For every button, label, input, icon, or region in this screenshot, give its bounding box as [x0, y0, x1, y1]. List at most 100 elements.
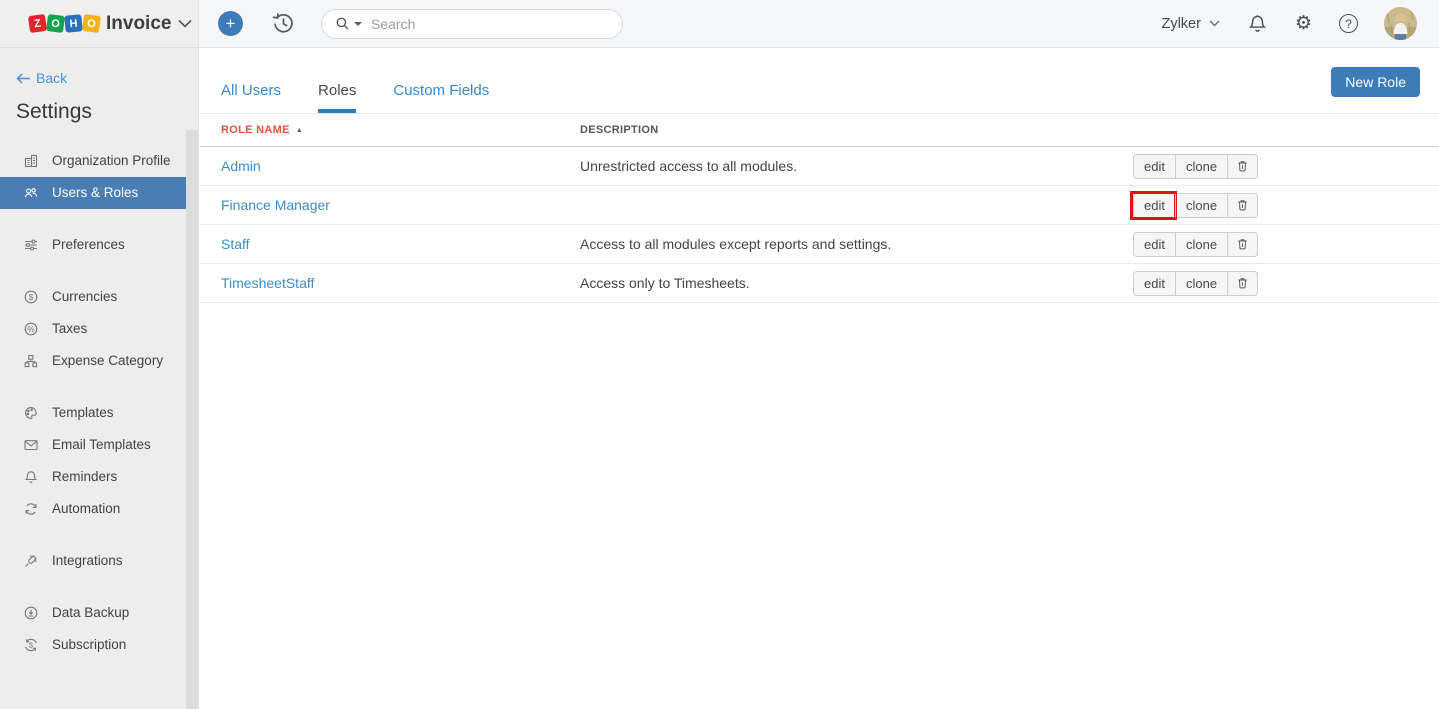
role-name-link[interactable]: Finance Manager — [221, 197, 330, 213]
role-name-header[interactable]: ROLE NAME ▲ — [200, 124, 580, 136]
trash-icon — [1236, 198, 1249, 212]
role-description-cell: Access to all modules except reports and… — [580, 236, 1133, 252]
tab-all-users[interactable]: All Users — [221, 82, 281, 113]
zoho-logo[interactable]: ZOHO — [29, 15, 100, 32]
org-chevron-down-icon[interactable] — [178, 19, 192, 28]
sidebar-item-label: Email Templates — [52, 437, 151, 452]
role-actions-group: editclone — [1133, 271, 1258, 296]
delete-button[interactable] — [1227, 233, 1257, 256]
sidebar-item-label: Preferences — [52, 237, 125, 252]
sort-asc-icon: ▲ — [296, 127, 303, 134]
search-scope-caret-icon[interactable] — [354, 22, 362, 26]
sidebar-item-label: Data Backup — [52, 605, 129, 620]
annotation-highlight-box — [1130, 191, 1177, 220]
role-description-text: Unrestricted access to all modules. — [580, 158, 797, 174]
settings-gear-icon[interactable]: ⚙ — [1295, 14, 1312, 33]
notifications-bell-icon[interactable] — [1247, 13, 1268, 34]
hierarchy-icon — [23, 353, 39, 369]
sidebar-group: Integrations — [0, 545, 198, 577]
sidebar-item-email-templates[interactable]: Email Templates — [0, 429, 187, 461]
tabs-bar: All Users Roles Custom Fields New Role — [200, 48, 1439, 114]
role-description-cell: Access only to Timesheets. — [580, 275, 1133, 291]
search-bar[interactable] — [321, 9, 623, 39]
topbar: ZOHO Invoice + — [0, 0, 1439, 48]
sidebar-item-automation[interactable]: Automation — [0, 493, 187, 525]
sidebar-group: Templates Email Templates RemindersAutomat… — [0, 397, 198, 525]
trash-icon — [1236, 237, 1249, 251]
edit-button[interactable]: edit — [1134, 194, 1175, 217]
sidebar-item-organization-profile[interactable]: Organization Profile — [0, 145, 187, 177]
settings-nav: Organization ProfileUsers & Roles Prefere… — [0, 145, 198, 661]
sidebar-item-data-backup[interactable]: Data Backup — [0, 597, 187, 629]
download-circle-icon — [23, 605, 39, 621]
sidebar-item-users-roles[interactable]: Users & Roles — [0, 177, 187, 209]
svg-text:%: % — [27, 325, 34, 334]
tab-custom-fields[interactable]: Custom Fields — [393, 82, 489, 113]
recent-history-icon[interactable] — [271, 11, 296, 36]
table-row-finance-manager: Finance Manager editclone — [200, 186, 1439, 225]
sync-icon — [23, 501, 39, 517]
role-name-link[interactable]: TimesheetStaff — [221, 275, 314, 291]
settings-sidebar: Back Settings Organization ProfileUsers … — [0, 48, 199, 709]
sidebar-item-label: Integrations — [52, 553, 123, 568]
sidebar-item-label: Taxes — [52, 321, 87, 336]
role-description-text: Access to all modules except reports and… — [580, 236, 891, 252]
tab-roles[interactable]: Roles — [318, 82, 356, 113]
back-arrow-icon — [16, 73, 31, 84]
sliders-icon — [23, 237, 39, 253]
chevron-down-icon — [1209, 20, 1220, 27]
delete-button[interactable] — [1227, 155, 1257, 178]
bell-icon — [23, 469, 39, 485]
sidebar-group: Data Backup $Subscription — [0, 597, 198, 661]
sidebar-group: Preferences — [0, 229, 198, 261]
trash-icon — [1236, 276, 1249, 290]
clone-button[interactable]: clone — [1175, 155, 1227, 178]
sidebar-item-currencies[interactable]: $Currencies — [0, 281, 187, 313]
sidebar-item-reminders[interactable]: Reminders — [0, 461, 187, 493]
logo-tile-o: O — [82, 14, 101, 33]
quick-create-button[interactable]: + — [218, 11, 243, 36]
sidebar-scrollbar[interactable] — [186, 130, 198, 709]
edit-button[interactable]: edit — [1134, 272, 1175, 295]
role-name-cell: TimesheetStaff — [200, 275, 580, 291]
org-switcher[interactable]: Zylker — [1161, 16, 1219, 32]
dollar-circle-icon: $ — [23, 289, 39, 305]
search-input[interactable] — [371, 16, 610, 32]
edit-button[interactable]: edit — [1134, 233, 1175, 256]
sidebar-item-taxes[interactable]: % Taxes — [0, 313, 187, 345]
clone-button[interactable]: clone — [1175, 233, 1227, 256]
org-name: Zylker — [1161, 16, 1200, 32]
page-title: Settings — [16, 100, 198, 124]
role-name-link[interactable]: Admin — [221, 158, 261, 174]
sidebar-item-integrations[interactable]: Integrations — [0, 545, 187, 577]
roles-table: ROLE NAME ▲ DESCRIPTION Admin Unrestricte… — [200, 114, 1439, 303]
table-body: Admin Unrestricted access to all modules.… — [200, 147, 1439, 303]
sidebar-item-subscription[interactable]: $Subscription — [0, 629, 187, 661]
logo-tile-z: Z — [28, 14, 47, 33]
plug-icon — [23, 553, 39, 569]
sidebar-item-preferences[interactable]: Preferences — [0, 229, 187, 261]
table-row-timesheetstaff: TimesheetStaff Access only to Timesheets.… — [200, 264, 1439, 303]
back-label: Back — [36, 70, 67, 86]
sidebar-item-label: Templates — [52, 405, 114, 420]
table-row-admin: Admin Unrestricted access to all modules.… — [200, 147, 1439, 186]
role-actions-group: editclone — [1133, 232, 1258, 257]
user-avatar[interactable] — [1384, 7, 1417, 40]
brand-area: ZOHO Invoice — [0, 0, 199, 47]
delete-button[interactable] — [1227, 194, 1257, 217]
back-link[interactable]: Back — [16, 70, 67, 86]
role-name-cell: Admin — [200, 158, 580, 174]
logo-tile-o: O — [46, 14, 65, 33]
sidebar-item-expense-category[interactable]: Expense Category — [0, 345, 187, 377]
sidebar-item-templates[interactable]: Templates — [0, 397, 187, 429]
clone-button[interactable]: clone — [1175, 194, 1227, 217]
help-icon[interactable]: ? — [1339, 14, 1358, 33]
search-icon — [335, 16, 350, 31]
clone-button[interactable]: clone — [1175, 272, 1227, 295]
new-role-button[interactable]: New Role — [1331, 67, 1420, 97]
role-actions-cell: editclone — [1133, 193, 1439, 218]
delete-button[interactable] — [1227, 272, 1257, 295]
edit-button[interactable]: edit — [1134, 155, 1175, 178]
role-name-link[interactable]: Staff — [221, 236, 250, 252]
table-header-row: ROLE NAME ▲ DESCRIPTION — [200, 114, 1439, 147]
